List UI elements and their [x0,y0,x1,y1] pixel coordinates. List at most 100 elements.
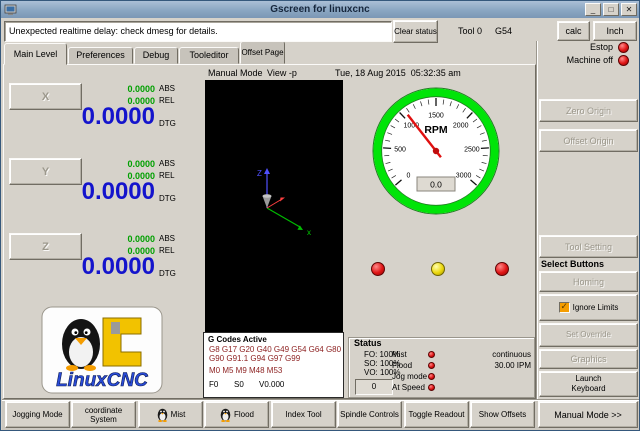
rel-label: REL [159,246,175,255]
estop-led [618,42,629,53]
show-offsets-label: Show Offsets [479,410,526,419]
flood-button[interactable]: Flood [204,401,269,428]
abs-label: ABS [159,159,175,168]
maximize-icon[interactable]: □ [603,3,619,16]
svg-text:2000: 2000 [453,122,469,129]
window-controls: _ □ ✕ [585,3,637,16]
tab-offset-page[interactable]: Offset Page [240,41,285,64]
mcode-line: M0 M5 M9 M48 M53 [209,366,282,375]
gcodes-title: G Codes Active [208,335,267,344]
machine-off-label: Machine off [539,55,613,65]
index-tool-button[interactable]: Index Tool [271,401,336,428]
status-panel-title: Status [354,338,382,348]
dtg-label: DTG [159,119,176,128]
tab-debug[interactable]: Debug [134,47,178,64]
gremlin-3d-view[interactable]: Z x [205,80,343,332]
coordinate-system-button[interactable]: coordinate System [71,401,136,428]
mist-button-label: Mist [171,410,186,419]
jogging-mode-button[interactable]: Jogging Mode [5,401,70,428]
ignore-limits-toggle[interactable]: Ignore Limits [539,294,638,321]
svg-text:1500: 1500 [428,113,444,120]
rel-label: REL [159,171,175,180]
tab-preferences[interactable]: Preferences [68,47,133,64]
estop-label: Estop [539,42,613,52]
at-speed-label: At Speed [392,383,425,392]
set-override-label: Set Override [564,330,614,340]
jog-mode-led [428,373,435,380]
jog-increment-display[interactable]: 0 [355,379,393,395]
gauge-value: 0.0 [430,180,442,190]
ignore-limits-label: Ignore Limits [573,303,619,313]
tab-tooleditor[interactable]: Tooleditor [179,47,239,64]
clear-status-button[interactable]: Clear status [393,20,438,43]
axis-x-dtg-value: 0.0000 [18,104,155,129]
linuxcnc-logo: LinuxCNC [41,306,163,394]
coord-system-label: G54 [495,26,512,36]
minimize-icon[interactable]: _ [585,3,601,16]
close-icon[interactable]: ✕ [621,3,637,16]
toggle-readout-label: Toggle Readout [408,410,464,419]
rel-label: REL [159,96,175,105]
manual-mode-button[interactable]: Manual Mode >> [538,401,638,428]
axis-x-abs-value: 0.0000 [87,84,155,94]
svg-text:2500: 2500 [464,146,480,153]
titlebar: Gscreen for linuxcnc _ □ ✕ [1,1,639,18]
mist-label: Mist [392,350,407,359]
gcode-line: G8 G17 G20 G40 G49 G54 G64 G80 [209,345,341,354]
spindle-controls-label: Spindle Controls [340,410,399,419]
penguin-icon [219,407,232,422]
flood-led [428,362,435,369]
dtg-label: DTG [159,194,176,203]
zero-origin-button[interactable]: Zero Origin [539,99,638,122]
select-buttons-label: Select Buttons [541,259,604,269]
flood-label: Flood [392,361,412,370]
axis-y-abs-value: 0.0000 [87,159,155,169]
gcode-line: G90 G91.1 G94 G97 G99 [209,354,300,363]
homing-button[interactable]: Homing [539,271,638,292]
graphics-button[interactable]: Graphics [539,349,638,369]
toggle-readout-button[interactable]: Toggle Readout [404,401,469,428]
flood-button-label: Flood [234,410,254,419]
logo-text: LinuxCNC [56,370,148,391]
feed-value: F0 [209,380,218,389]
abs-label: ABS [159,84,175,93]
axis-z-abs-value: 0.0000 [87,234,155,244]
panel-divider [536,41,538,399]
gcodes-active-panel: G Codes Active G8 G17 G20 G40 G49 G54 G6… [203,332,344,398]
abs-label: ABS [159,234,175,243]
mist-button[interactable]: Mist [138,401,203,428]
set-override-button[interactable]: Set Override [539,323,638,347]
gscreen-window: Gscreen for linuxcnc _ □ ✕ Unexpected re… [0,0,640,431]
x-axis-label: x [307,228,311,237]
show-offsets-button[interactable]: Show Offsets [470,401,535,428]
spindle-led-right [495,262,509,276]
tab-offset-page-label: Offset Page [241,48,283,57]
tool-setting-button[interactable]: Tool Setting [539,235,638,258]
z-axis-label: Z [257,169,262,178]
statusbar-message: Unexpected realtime delay: check dmesg f… [4,21,392,42]
mode-label: Manual Mode [208,68,263,78]
jog-mode-label: Jog mode [392,372,427,381]
spindle-controls-button[interactable]: Spindle Controls [337,401,402,428]
tool-number-label: Tool 0 [458,26,482,36]
coordinate-system-label: coordinate System [72,406,135,424]
calculator-button[interactable]: calc [557,21,590,41]
dtg-label: DTG [159,269,176,278]
svg-text:500: 500 [394,146,406,153]
index-tool-label: Index Tool [285,410,321,419]
tab-main-level[interactable]: Main Level [4,43,67,65]
jogging-mode-label: Jogging Mode [12,410,62,419]
axis-y-dtg-value: 0.0000 [18,179,155,204]
axis-z-dtg-value: 0.0000 [18,254,155,279]
checkbox-checked-icon [559,302,570,313]
speed-value: S0 [234,380,244,389]
clear-status-label: Clear status [394,27,437,36]
gauge-title: RPM [424,124,448,136]
spindle-led-left [371,262,385,276]
launch-keyboard-button[interactable]: Launch Keyboard [539,371,638,397]
view-label: View -p [267,68,297,78]
units-toggle-button[interactable]: Inch [593,21,637,41]
offset-origin-button[interactable]: Offset Origin [539,129,638,152]
spindle-led-center [431,262,445,276]
penguin-icon [156,407,169,422]
